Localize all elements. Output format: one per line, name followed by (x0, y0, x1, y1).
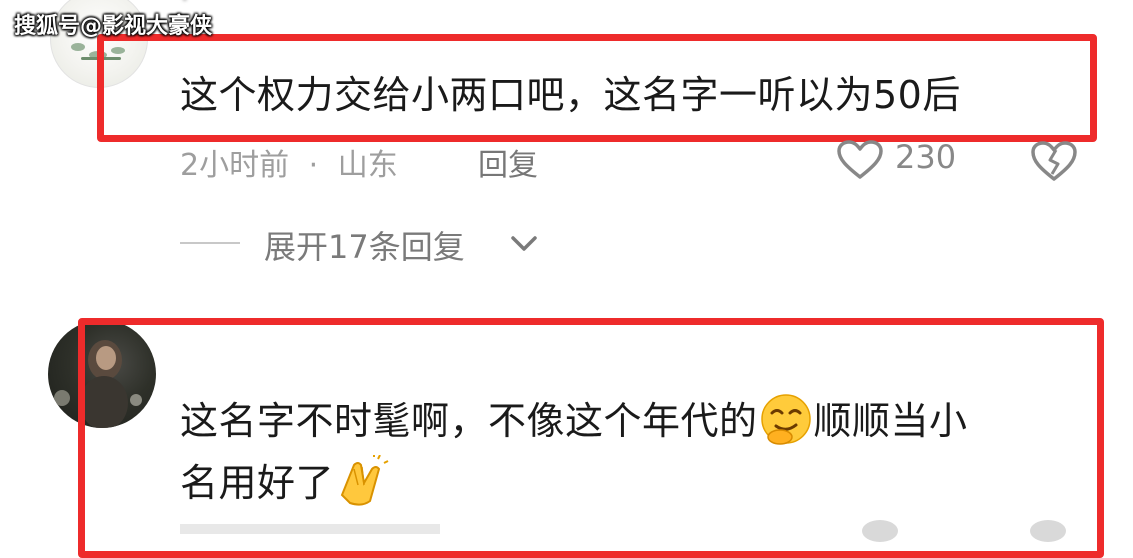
comment-text-line2: 名用好了 (180, 452, 390, 516)
like-count: 230 (895, 138, 957, 176)
like-button[interactable] (836, 140, 884, 180)
chevron-down-icon (511, 236, 537, 251)
comment-text-line1-end: 顺顺当小 (813, 399, 968, 443)
broken-heart-icon (1031, 141, 1077, 181)
comment-meta-partial (180, 524, 440, 534)
expand-divider (180, 242, 240, 244)
comment-time: 2小时前 (180, 148, 290, 183)
clapping-hands-emoji-icon (334, 453, 390, 516)
comment-text-line1: 这名字不时髦啊，不像这个年代的 (180, 399, 758, 443)
comment-meta: 2小时前 · 山东 (180, 140, 398, 184)
comment-text: 这个权力交给小两口吧，这名字一听以为50后 (180, 73, 961, 117)
watermark: 搜狐号@影视大豪侠 (14, 14, 213, 39)
reply-button[interactable]: 回复 (478, 140, 538, 184)
dislike-button-partial[interactable] (1030, 520, 1066, 542)
comment-text: 这名字不时髦啊，不像这个年代的 顺顺当小 (180, 390, 968, 454)
heart-outline-icon (837, 140, 883, 179)
comment-location: 山东 (337, 148, 398, 183)
meta-separator: · (308, 148, 319, 183)
expand-chevron[interactable] (508, 228, 540, 260)
like-button-partial[interactable] (862, 520, 898, 542)
dislike-button[interactable] (1030, 140, 1078, 182)
comment-text-line2-label: 名用好了 (180, 461, 335, 505)
smirk-emoji-icon (758, 393, 814, 454)
expand-replies-button[interactable]: 展开17条回复 (264, 222, 465, 268)
